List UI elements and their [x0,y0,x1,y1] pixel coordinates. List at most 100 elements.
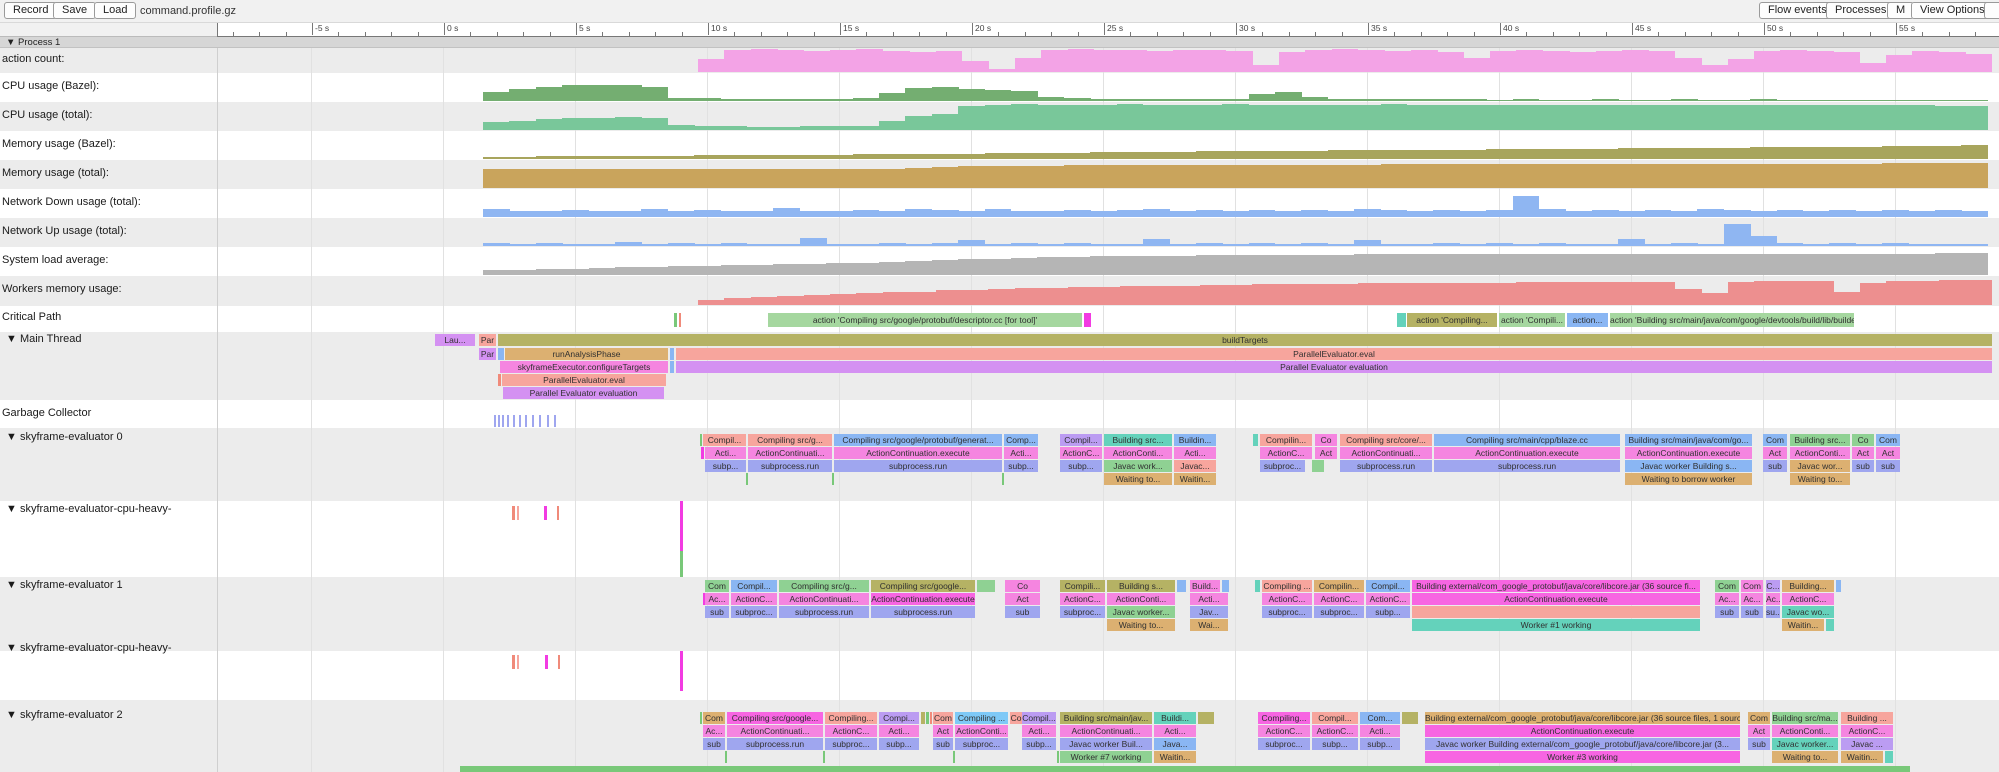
trace-block[interactable] [1885,751,1893,763]
trace-block[interactable] [502,415,504,427]
trace-block[interactable] [700,434,702,446]
trace-block[interactable] [680,651,683,691]
trace-block[interactable]: sub [1715,606,1739,618]
trace-block[interactable]: Building src... [1104,434,1172,446]
trace-block[interactable]: Act [1315,447,1337,459]
save-button[interactable]: Save [53,2,96,19]
trace-block[interactable]: ActionContinuati... [1060,725,1152,737]
trace-block[interactable] [1402,712,1418,724]
trace-block[interactable]: Com [1715,580,1739,592]
trace-block[interactable]: Compil... [1060,434,1102,446]
trace-block[interactable] [1198,712,1214,724]
trace-block[interactable]: sub [703,738,725,750]
trace-block[interactable] [1836,580,1841,592]
thread-row-label[interactable]: ▼ skyframe-evaluator-cpu-heavy- [6,642,172,654]
trace-block[interactable] [519,415,521,427]
trace-block[interactable]: subprocess.run [871,606,975,618]
trace-block[interactable]: Act [1763,447,1787,459]
trace-block[interactable]: Ac... [1741,593,1763,605]
trace-block[interactable]: Compili... [1060,580,1105,592]
trace-block[interactable]: ActionContinuation.execute [1434,447,1620,459]
trace-block[interactable]: Building external/com_google_protobuf/ja… [1425,712,1740,724]
trace-block[interactable]: subproc... [955,738,1008,750]
trace-block[interactable]: ActionC... [1060,593,1105,605]
trace-block[interactable]: Building... [1782,580,1834,592]
trace-block[interactable]: Co [1010,712,1022,724]
trace-block[interactable]: Java... [1154,738,1196,750]
trace-block[interactable]: ActionConti... [1104,447,1172,459]
trace-block[interactable] [547,415,549,427]
trace-block[interactable]: Lau... [435,334,475,346]
trace-block[interactable]: Ac... [1766,593,1780,605]
trace-block[interactable]: subp... [1022,738,1056,750]
trace-block[interactable]: subprocess.run [1434,460,1620,472]
trace-block[interactable]: Compiling... [825,712,877,724]
trace-block[interactable] [532,415,534,427]
trace-block[interactable]: ActionConti... [955,725,1008,737]
thread-row-label[interactable]: ▼ skyframe-evaluator 0 [6,431,123,443]
trace-block[interactable]: Waiting to... [1104,473,1172,485]
processes-button[interactable]: Processes [1826,2,1895,19]
trace-block[interactable] [679,313,681,327]
trace-block[interactable]: Javac wor... [1790,460,1850,472]
trace-block[interactable]: Worker #7 working [1060,751,1152,763]
trace-block[interactable] [512,655,515,669]
trace-block[interactable] [746,473,748,485]
trace-block[interactable]: ActionContinuation.execute [1425,725,1740,737]
trace-block[interactable]: Act [1005,593,1040,605]
trace-block[interactable]: ActionContinuati... [1340,447,1432,459]
trace-block[interactable]: subproc... [731,606,777,618]
trace-block[interactable]: Javac ... [1841,738,1893,750]
trace-block[interactable]: Javac worker Building external/com_googl… [1425,738,1740,750]
trace-block[interactable]: sub [1852,460,1874,472]
trace-block[interactable]: ActionC... [1060,447,1102,459]
trace-block[interactable] [1412,606,1700,618]
trace-block[interactable]: action 'Compiling... [1407,313,1497,327]
trace-block[interactable] [558,655,560,669]
trace-block[interactable]: Compiling ... [955,712,1008,724]
trace-block[interactable] [1397,313,1406,327]
trace-block[interactable] [507,415,509,427]
trace-block[interactable]: Waiting to... [1790,473,1850,485]
trace-block[interactable]: subproc... [1314,606,1364,618]
trace-block[interactable]: Building src... [1790,434,1850,446]
trace-block[interactable]: Compiling... [1258,712,1310,724]
trace-block[interactable]: Worker #1 working [1412,619,1700,631]
load-button[interactable]: Load [94,2,136,19]
trace-block[interactable]: Compiling src/google... [727,712,823,724]
process-header[interactable]: ▼ Process 1 [0,36,1999,48]
trace-block[interactable]: ActionC... [1841,725,1893,737]
trace-block[interactable] [670,348,674,360]
trace-block[interactable]: ActionConti... [1107,593,1175,605]
trace-block[interactable]: ActionC... [1312,725,1358,737]
trace-block[interactable] [498,415,500,427]
trace-block[interactable]: Ac... [1715,593,1739,605]
trace-block[interactable] [517,506,519,520]
trace-block[interactable]: Ac... [705,593,729,605]
trace-block[interactable]: Building s... [1107,580,1175,592]
trace-block[interactable]: subproc... [1060,606,1105,618]
record-button[interactable]: Record [4,2,57,19]
trace-block[interactable]: Building src/ma... [1772,712,1838,724]
trace-block[interactable]: Waitin... [1154,751,1196,763]
trace-block[interactable]: ActionC... [1260,447,1312,459]
trace-block[interactable]: sub [1748,738,1770,750]
trace-block[interactable] [539,415,541,427]
trace-block[interactable]: subproc... [1262,606,1312,618]
trace-block[interactable]: Com [705,580,729,592]
trace-block[interactable]: ActionC... [731,593,777,605]
thread-row-label[interactable]: ▼ skyframe-evaluator 2 [6,709,123,721]
trace-block[interactable]: sub [1741,606,1763,618]
trace-block[interactable]: Waiting to... [1772,751,1838,763]
trace-block[interactable]: Javac... [1174,460,1216,472]
trace-block[interactable]: ActionContinuation.execute [1412,593,1700,605]
trace-block[interactable]: ActionConti... [1772,725,1838,737]
partial-button[interactable] [1984,2,1999,19]
trace-block[interactable]: action 'Compiling src/google/protobuf/de… [768,313,1082,327]
flow-events-button[interactable]: Flow events [1759,2,1836,19]
trace-block[interactable]: Javac worker... [1107,606,1175,618]
trace-block[interactable]: Building ... [1841,712,1893,724]
trace-block[interactable]: subp... [1004,460,1038,472]
trace-block[interactable]: subprocess.run [727,738,823,750]
trace-block[interactable]: Acti... [879,725,919,737]
